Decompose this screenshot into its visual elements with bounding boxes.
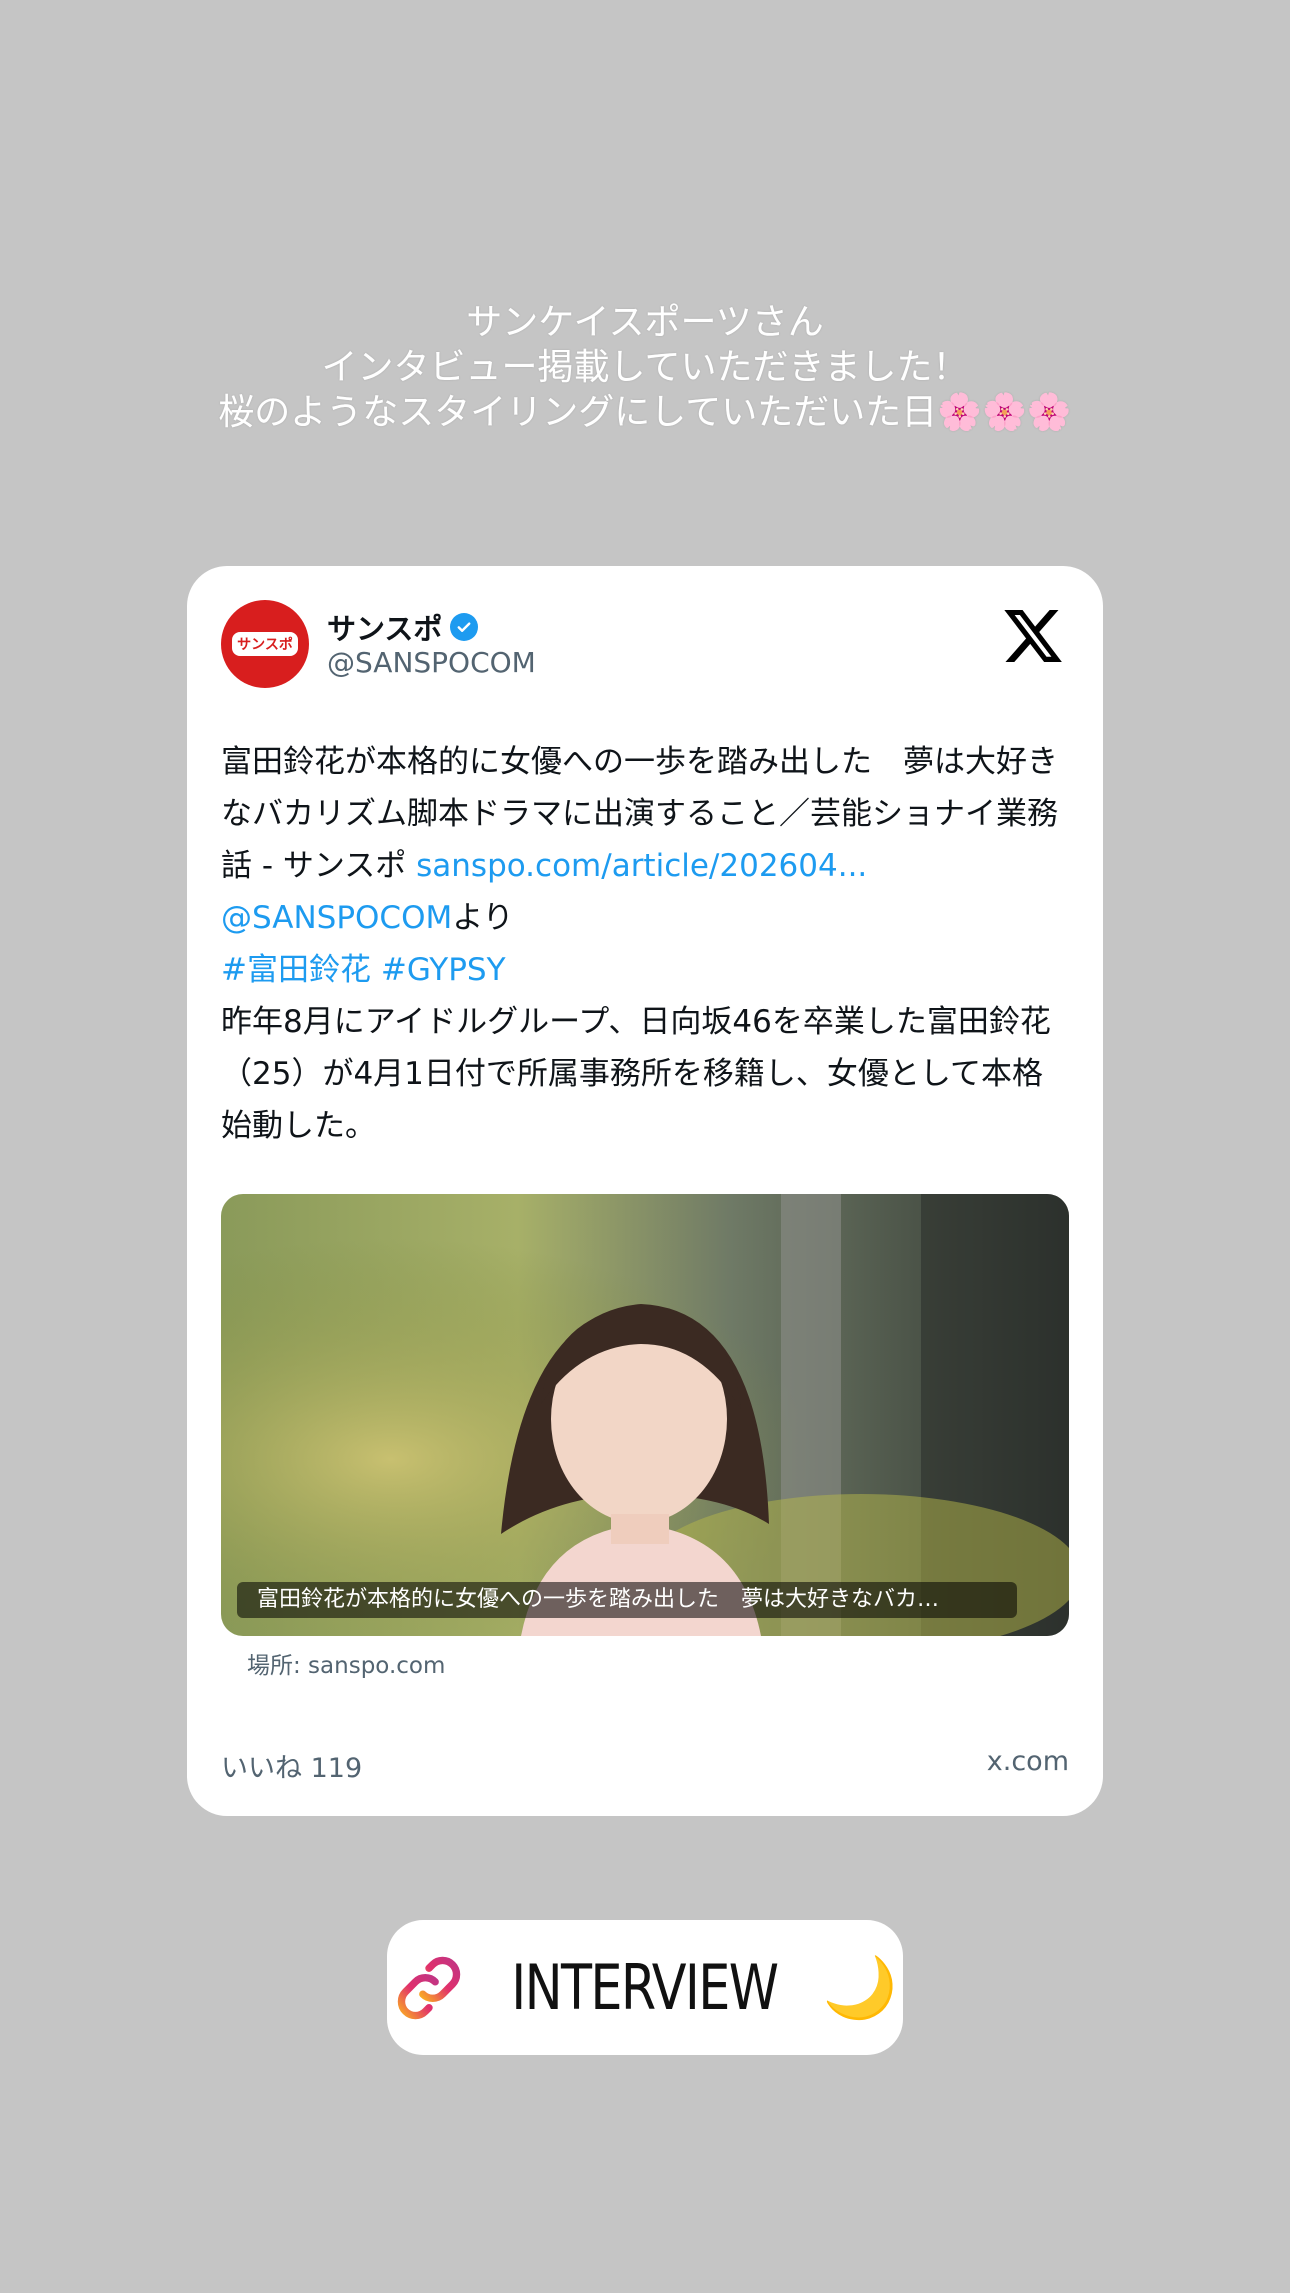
moon-icon: 🌙: [822, 1953, 898, 2023]
sticker-label: INTERVIEW: [511, 1951, 780, 2024]
story-caption: サンケイスポーツさん インタビュー掲載していただきました！ 桜のようなスタイリン…: [0, 300, 1290, 435]
mention-suffix: より: [452, 900, 514, 936]
media-caption: 富田鈴花が本格的に女優への一歩を踏み出した 夢は大好きなバカ…: [237, 1582, 1017, 1618]
site-label[interactable]: x.com: [987, 1746, 1069, 1777]
tweet-text: 富田鈴花が本格的に女優への一歩を踏み出した 夢は大好きなバカリズム脚本ドラマに出…: [221, 736, 1071, 1152]
mention-link[interactable]: @SANSPOCOM: [221, 900, 452, 936]
account-name-text: サンスポ: [327, 612, 443, 646]
cherry-blossom-emoji: 🌸🌸🌸: [937, 392, 1072, 433]
verified-badge-icon: [450, 613, 479, 641]
caption-line-3: 桜のようなスタイリングにしていただいた日🌸🌸🌸: [0, 390, 1290, 435]
hashtag-link-1[interactable]: #富田鈴花: [221, 952, 371, 988]
link-source[interactable]: 場所: sanspo.com: [247, 1646, 445, 1680]
tweet-card[interactable]: サンスポ サンスポ @SANSPOCOM 富田鈴花が本格的に女優への一歩を踏み出…: [187, 566, 1103, 1816]
hashtag-link-2[interactable]: #GYPSY: [381, 952, 506, 988]
like-count[interactable]: いいね 119: [221, 1746, 362, 1785]
article-image[interactable]: 富田鈴花が本格的に女優への一歩を踏み出した 夢は大好きなバカ…: [221, 1194, 1069, 1636]
link-icon: [398, 1956, 461, 2019]
tweet-body-2: 昨年8月にアイドルグループ、日向坂46を卒業した富田鈴花（25）が4月1日付で所…: [221, 1004, 1051, 1144]
avatar-logo-text: サンスポ: [232, 632, 298, 656]
interview-link-sticker[interactable]: INTERVIEW 🌙: [387, 1920, 903, 2055]
article-link[interactable]: sanspo.com/article/202604...: [416, 848, 867, 884]
caption-line-1: サンケイスポーツさん: [466, 302, 824, 343]
caption-line-2: インタビュー掲載していただきました！: [321, 347, 969, 388]
article-photo: [221, 1194, 1069, 1636]
account-name[interactable]: サンスポ: [327, 606, 479, 648]
account-handle[interactable]: @SANSPOCOM: [327, 646, 536, 679]
account-avatar[interactable]: サンスポ: [221, 600, 309, 688]
x-logo-icon[interactable]: [1001, 604, 1065, 668]
caption-line-3-text: 桜のようなスタイリングにしていただいた日: [218, 392, 938, 433]
